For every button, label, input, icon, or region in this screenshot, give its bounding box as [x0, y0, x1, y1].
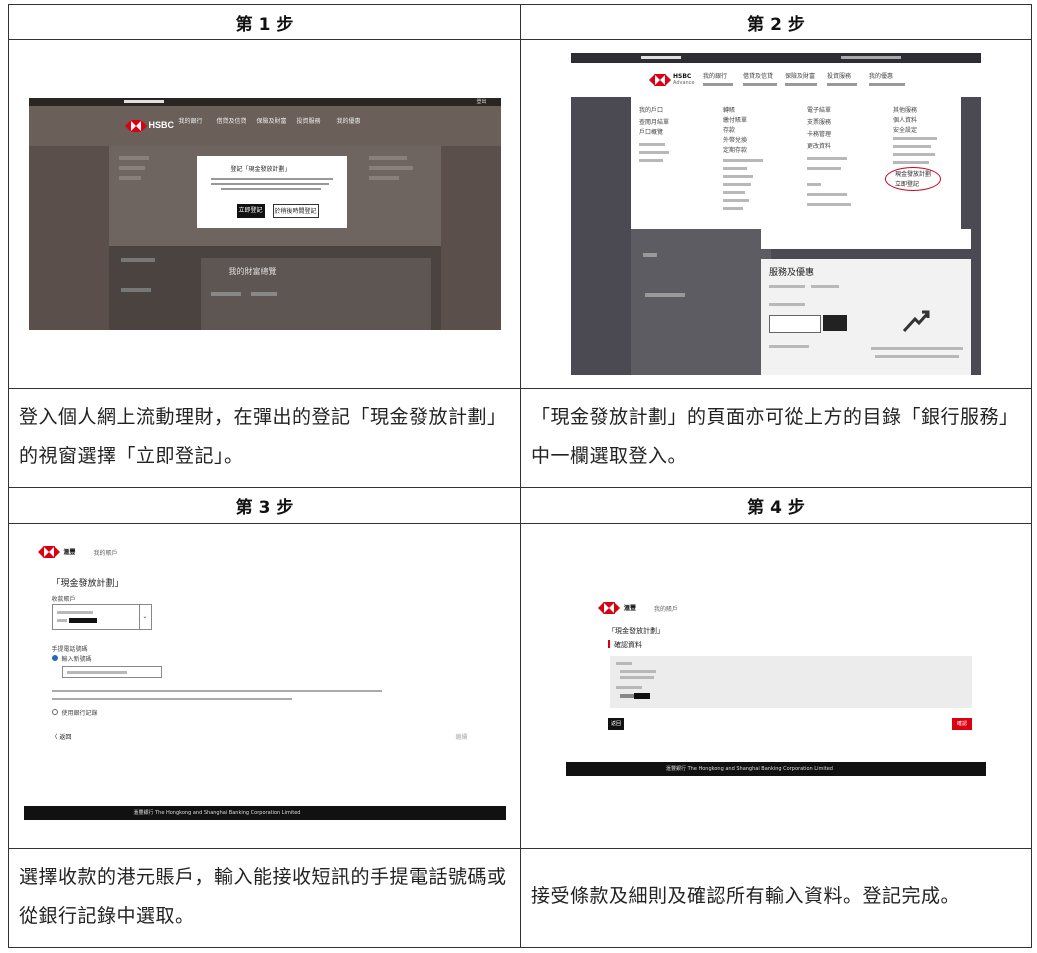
step-3-header: 第 3 步 — [8, 487, 521, 524]
step-2-image-cell: HSBC Advance 我的銀行 借貸及信貸 保險及財富 投資服務 我的優惠 … — [520, 39, 1032, 390]
step-3-mobile-input[interactable] — [61, 665, 162, 678]
step-2-search-button[interactable] — [823, 315, 847, 332]
radio-unselected-icon[interactable] — [51, 708, 58, 715]
step-2-menu-2: 保險及財富 — [785, 73, 816, 81]
step-3-screenshot: 滙豐 我的賬戶 「現金發放計劃」 收款賬戶 ⌄ 手提電話號碼 輸入新號碼 使用銀… — [23, 529, 506, 830]
chevron-down-icon: ⌄ — [142, 612, 148, 620]
step-4-brand: 滙豐 — [624, 604, 637, 612]
step-2-col-c-0[interactable]: 電子結單 — [807, 105, 831, 114]
step-2-menu-1: 借貸及信貸 — [743, 73, 774, 81]
step-4-nav-label[interactable]: 我的賬戶 — [654, 604, 678, 613]
step-2-header: 第 2 步 — [520, 3, 1032, 41]
step-2-caption: 「現金發放計劃」的頁面亦可從上方的目錄「銀行服務」中一欄選取登入。 — [520, 388, 1032, 489]
step-3-option-record[interactable]: 使用銀行記錄 — [62, 708, 98, 717]
step-2-col-b-2[interactable]: 存款 — [723, 125, 735, 134]
step-2-mega-menu: 我的戶口 查閱月結單 戶口概覽 轉賬 繳付賬單 存款 外幣兌換 定期存款 電子結… — [631, 97, 961, 230]
step-2-col-a-2[interactable]: 戶口概覽 — [639, 127, 663, 136]
step-2-brand: HSBC — [673, 73, 692, 81]
step-1-menu-2: 保險及財富 — [256, 118, 287, 126]
step-2-col-b-3[interactable]: 外幣兌換 — [723, 135, 747, 144]
step-2-lower-title: 服務及優惠 — [769, 268, 815, 279]
step-2-col-a-1[interactable]: 查閱月結單 — [639, 117, 669, 126]
radio-selected-icon[interactable] — [51, 654, 58, 661]
step-2-col-b-0[interactable]: 轉賬 — [723, 105, 735, 114]
step-3-field-account: 收款賬戶 — [51, 595, 76, 603]
step-4-page-title: 「現金發放計劃」 — [608, 626, 664, 635]
step-1-register-now-button[interactable]: 立即登記 — [236, 204, 265, 219]
step-3-image-cell: 滙豐 我的賬戶 「現金發放計劃」 收款賬戶 ⌄ 手提電話號碼 輸入新號碼 使用銀… — [8, 522, 521, 849]
step-2-col-d-0[interactable]: 其他服務 — [893, 105, 917, 114]
step-2-col-a-0: 我的戶口 — [639, 107, 664, 115]
step-2-col-c-3[interactable]: 更改資料 — [807, 141, 831, 150]
step-1-menu-1: 借貸及信貸 — [216, 118, 247, 126]
step-2-menu-0: 我的銀行 — [703, 73, 728, 81]
step-3-caption: 選擇收款的港元賬戶，輸入能接收短訊的手提電話號碼或從銀行記錄中選取。 — [8, 847, 521, 949]
step-1-header: 第 1 步 — [8, 3, 521, 41]
step-1-register-later-button[interactable]: 於稍後時間登記 — [272, 204, 319, 219]
step-1-popup-title: 登記「現金發放計劃」 — [230, 166, 291, 174]
step-4-image-cell: 滙豐 我的賬戶 「現金發放計劃」 確認資料 返回 確認 滙豐銀行 The Hon… — [520, 522, 1032, 849]
step-1-image-cell: 登出 HSBC 我的銀行 借貸及信貸 保險及財富 投資服務 我的優惠 登記「現金… — [8, 39, 521, 390]
step-3-next-button[interactable]: 繼續 — [456, 732, 468, 741]
step-2-col-d-1[interactable]: 個人資料 — [893, 115, 917, 124]
step-3-account-select[interactable]: ⌄ — [51, 603, 152, 630]
step-2-screenshot: HSBC Advance 我的銀行 借貸及信貸 保險及財富 投資服務 我的優惠 … — [571, 53, 981, 376]
step-4-footer: 滙豐銀行 The Hongkong and Shanghai Banking C… — [566, 761, 986, 776]
step-3-page-title: 「現金發放計劃」 — [51, 578, 124, 589]
hsbc-logo-icon-2 — [649, 74, 671, 87]
hsbc-logo-icon-3 — [37, 545, 60, 558]
step-2-col-d-2[interactable]: 安全設定 — [893, 125, 917, 134]
step-1-lower-title: 我的財富總覽 — [228, 267, 277, 277]
step-4-header: 第 4 步 — [520, 487, 1032, 524]
hsbc-logo-icon — [124, 120, 147, 133]
step-3-option-new[interactable]: 輸入新號碼 — [62, 654, 92, 663]
step-2-col-b-1[interactable]: 繳付賬單 — [723, 115, 747, 124]
step-2-tools-icon — [902, 310, 930, 333]
step-1-menu-4: 我的優惠 — [336, 118, 361, 126]
step-1-menu-0: 我的銀行 — [178, 118, 203, 126]
step-1-caption: 登入個人網上流動理財，在彈出的登記「現金發放計劃」的視窗選擇「立即登記」。 — [8, 388, 521, 489]
hsbc-logo-icon-4 — [598, 601, 620, 614]
highlight-circle-icon — [885, 167, 941, 192]
step-3-field-mobile: 手提電話號碼 — [51, 645, 88, 653]
step-2-col-c-1[interactable]: 支票服務 — [807, 117, 831, 126]
step-3-footer: 滙豐銀行 The Hongkong and Shanghai Banking C… — [23, 805, 506, 820]
step-3-brand: 滙豐 — [63, 548, 76, 556]
step-4-caption: 接受條款及細則及確認所有輸入資料。登記完成。 — [520, 847, 1032, 949]
step-4-screenshot: 滙豐 我的賬戶 「現金發放計劃」 確認資料 返回 確認 滙豐銀行 The Hon… — [566, 595, 986, 776]
step-1-popup: 登記「現金發放計劃」 立即登記 於稍後時間登記 — [196, 156, 347, 229]
step-1-topbar-right: 登出 — [476, 99, 487, 106]
step-4-section-title: 確認資料 — [614, 640, 642, 649]
step-3-back-link[interactable]: 〈 返回 — [52, 732, 72, 741]
step-2-menu-4: 我的優惠 — [869, 73, 894, 81]
step-3-nav-label[interactable]: 我的賬戶 — [94, 548, 118, 557]
step-2-col-c-2[interactable]: 卡務管理 — [807, 129, 831, 138]
step-4-back-button[interactable]: 返回 — [608, 717, 624, 730]
step-1-menu-3: 投資服務 — [296, 118, 321, 126]
step-1-screenshot: 登出 HSBC 我的銀行 借貸及信貸 保險及財富 投資服務 我的優惠 登記「現金… — [28, 98, 501, 331]
step-4-confirm-button[interactable]: 確認 — [952, 717, 972, 730]
step-2-brand-sub: Advance — [673, 80, 695, 87]
step-2-col-b-4[interactable]: 定期存款 — [723, 145, 747, 154]
registration-steps-table: 第 1 步 第 2 步 登出 HSBC 我的銀行 借貸及信貸 保險及財富 投資服… — [8, 3, 1032, 949]
step-2-menu-3: 投資服務 — [827, 73, 852, 81]
